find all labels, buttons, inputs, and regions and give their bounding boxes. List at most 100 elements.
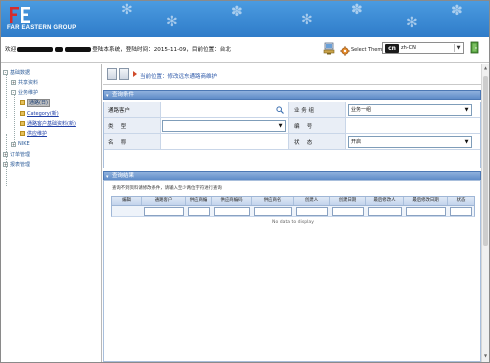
filter-input[interactable] — [296, 207, 328, 216]
filter-input[interactable] — [144, 207, 184, 216]
column-header-supplier-name[interactable]: 供应商名 — [252, 197, 294, 205]
filter-input[interactable] — [332, 207, 364, 216]
category-select[interactable]: ▼ — [162, 120, 286, 132]
chevron-down-icon[interactable]: ▼ — [462, 137, 471, 147]
column-header-supplier[interactable]: 供应商编 — [186, 197, 212, 205]
tree-line — [6, 134, 7, 186]
expand-toggle-icon[interactable]: + — [11, 141, 16, 147]
dandelion-decoration: ✻ — [121, 2, 133, 18]
column-header-customer[interactable]: 通路客户 — [142, 197, 186, 205]
tree-item-label: 基础数据 — [10, 70, 31, 76]
customer-label: 通路客户 — [108, 108, 131, 114]
search-icon[interactable] — [276, 106, 284, 114]
results-hint: 查询不到资料请修改条件，请输入至少两位字符进行查询 — [112, 186, 222, 191]
code-field[interactable] — [348, 120, 472, 132]
filter-input[interactable] — [368, 207, 402, 216]
language-select[interactable]: cn zh-CN ▼ — [382, 42, 464, 54]
main-content: 当前位置：修改远东通路商维护 ▾ 查询条件 通路客户 业 务 组 业务一组 ▼ … — [103, 64, 489, 362]
page-icon — [20, 121, 25, 126]
status-select[interactable]: 开启 ▼ — [348, 136, 472, 148]
query-form: 通路客户 业 务 组 业务一组 ▼ 类 型 ▼ 编 号 名 称 状 态 开启 ▼ — [103, 102, 481, 168]
tree-item-label: 报表管理 — [10, 162, 31, 168]
page-icon — [20, 131, 25, 136]
business-group-select[interactable]: 业务一组 ▼ — [348, 104, 472, 116]
collapse-toggle-icon[interactable]: - — [11, 90, 16, 95]
breadcrumb: 当前位置：修改远东通路商维护 — [140, 74, 218, 80]
page-icon — [20, 111, 25, 116]
tree-item-label: NIKE — [18, 141, 30, 147]
tree-item-shared-data[interactable]: + 共享资料 — [11, 79, 38, 86]
customer-field[interactable] — [200, 104, 288, 116]
query-section-header[interactable]: ▾ 查询条件 — [103, 90, 481, 100]
name-label: 名 称 — [108, 140, 127, 146]
column-divider — [160, 102, 161, 150]
language-value: zh-CN — [401, 45, 416, 51]
tree-item-category[interactable]: Category(新) — [20, 110, 59, 117]
network-tool-icon[interactable] — [323, 42, 335, 55]
collapse-triangle-icon: ▾ — [106, 93, 109, 99]
expand-toggle-icon[interactable]: + — [3, 162, 8, 167]
tree-item-label: 供应维护 — [27, 131, 48, 137]
column-header-modified-by[interactable]: 最后修改人 — [366, 197, 404, 205]
expand-toggle-icon[interactable]: + — [11, 80, 16, 85]
column-header-status[interactable]: 状态 — [448, 197, 474, 205]
tree-line — [6, 74, 7, 118]
dandelion-decoration: ✻ — [166, 14, 178, 30]
theme-gear-icon[interactable] — [340, 46, 350, 56]
info-bar: 欢迎 登陆本系统，登陆时间：2015-11-09，目前位置：台北 Select T… — [1, 37, 489, 63]
chevron-down-icon[interactable]: ▼ — [454, 44, 462, 52]
filter-input[interactable] — [214, 207, 250, 216]
tree-item-supply[interactable]: 供应维护 — [20, 130, 47, 137]
business-group-value: 业务一组 — [351, 107, 372, 113]
scrollbar-thumb[interactable] — [483, 76, 488, 246]
empty-grid-message: No data to display — [272, 220, 314, 225]
grid-header: 编辑 通路客户 供应商编 供应商编码 供应商名 创建人 创建日期 最后修改人 最… — [111, 196, 475, 206]
login-info: 登陆本系统，登陆时间：2015-11-09，目前位置：台北 — [92, 47, 231, 53]
column-header-modified-date[interactable]: 最后修改日期 — [404, 197, 448, 205]
collapse-toggle-icon[interactable]: - — [3, 70, 8, 75]
chevron-down-icon[interactable]: ▼ — [462, 105, 471, 115]
page-icon — [20, 100, 25, 105]
logo-text: FAR EASTERN GROUP — [7, 25, 77, 31]
select-theme-label: Select Theme — [351, 47, 386, 53]
filter-input[interactable] — [254, 207, 292, 216]
tree-item-channel-day[interactable]: 通路(日) — [20, 99, 50, 107]
column-header-creator[interactable]: 创建人 — [294, 197, 330, 205]
navigation-tree: - 基础数据 + 共享资料 - 业务维护 通路(日) Category(新) 通路客户… — [1, 64, 102, 362]
expand-toggle-icon[interactable]: + — [3, 152, 8, 157]
export-document-button[interactable] — [119, 68, 129, 80]
column-header-supplier-code[interactable]: 供应商编码 — [212, 197, 252, 205]
app-window: ✻ ✻ ✽ ✻ ✽ ✻ ✽ FAR EASTERN GROUP 欢迎 登陆本系统，… — [0, 0, 490, 363]
status-label: 状 态 — [294, 140, 313, 146]
tree-item-channel-customer[interactable]: 通路客户基础资料(新) — [20, 120, 76, 127]
filter-input[interactable] — [406, 207, 446, 216]
tree-item-basic-data[interactable]: - 基础数据 — [3, 69, 30, 76]
welcome-prefix: 欢迎 — [5, 47, 17, 53]
dandelion-decoration: ✻ — [406, 15, 418, 31]
vertical-scrollbar[interactable]: ▲ ▼ — [481, 64, 489, 362]
dandelion-decoration: ✻ — [301, 12, 313, 28]
scroll-up-icon[interactable]: ▲ — [483, 65, 488, 72]
code-label: 编 号 — [294, 124, 313, 130]
column-divider — [288, 102, 289, 150]
new-document-button[interactable] — [107, 68, 117, 80]
column-header-created-date[interactable]: 创建日期 — [330, 197, 366, 205]
scroll-down-icon[interactable]: ▼ — [483, 353, 488, 360]
business-group-label: 业 务 组 — [294, 108, 314, 114]
filter-input[interactable] — [188, 207, 210, 216]
filter-input[interactable] — [450, 207, 472, 216]
tree-item-business[interactable]: - 业务维护 — [11, 89, 38, 96]
tree-item-nike[interactable]: + NIKE — [11, 141, 30, 148]
tree-item-label: Category(新) — [27, 111, 59, 117]
chevron-down-icon[interactable]: ▼ — [276, 121, 285, 131]
exit-door-icon[interactable] — [469, 41, 481, 54]
tree-line — [14, 94, 15, 144]
results-section-title: 查询结果 — [112, 173, 135, 179]
name-field[interactable] — [162, 136, 286, 148]
tree-item-orders[interactable]: + 订单管理 — [3, 151, 30, 158]
column-header-edit[interactable]: 编辑 — [112, 197, 142, 205]
header-banner: ✻ ✻ ✽ ✻ ✽ ✻ ✽ FAR EASTERN GROUP — [1, 1, 489, 37]
welcome-text: 欢迎 登陆本系统，登陆时间：2015-11-09，目前位置：台北 — [5, 45, 231, 53]
tree-item-reports[interactable]: + 报表管理 — [3, 161, 30, 168]
tree-item-label: 通路客户基础资料(新) — [27, 121, 76, 127]
